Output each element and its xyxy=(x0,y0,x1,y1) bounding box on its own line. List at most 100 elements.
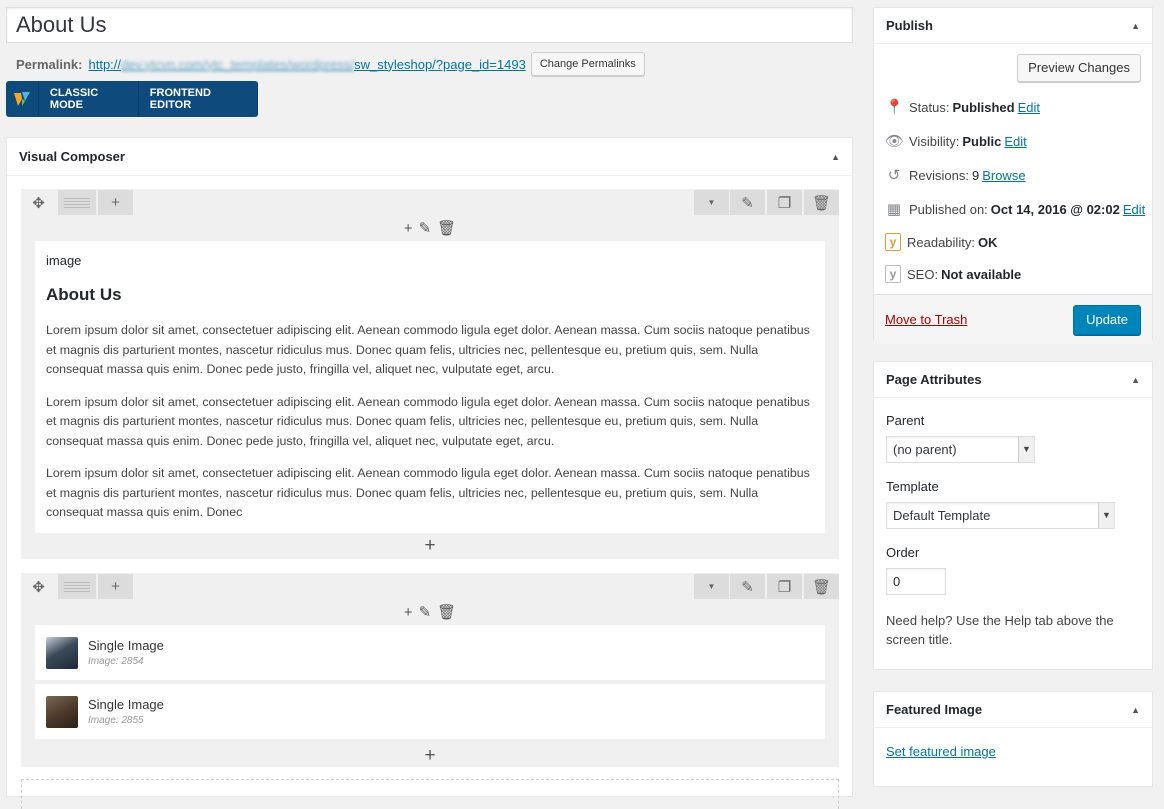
change-permalinks-button[interactable]: Change Permalinks xyxy=(530,52,645,76)
classic-mode-button[interactable]: CLASSIC MODE xyxy=(39,81,139,117)
column-layout-icon[interactable] xyxy=(58,190,96,215)
delete-column-icon[interactable]: 🗑 xyxy=(437,603,456,621)
add-element-icon[interactable]: + xyxy=(404,220,413,237)
single-image-element[interactable]: Single Image Image: 2855 xyxy=(35,684,825,739)
add-column-icon[interactable]: + xyxy=(98,190,133,215)
eye-icon: 👁 xyxy=(885,133,905,150)
permalink-link[interactable]: http://dev.ytcvn.com/ytc_templates/wordp… xyxy=(88,57,525,72)
permalink-row: Permalink: http://dev.ytcvn.com/ytc_temp… xyxy=(16,52,645,76)
calendar-icon: ▦ xyxy=(886,201,902,218)
publish-header[interactable]: Publish ▲ xyxy=(874,8,1152,44)
move-icon[interactable]: ✥ xyxy=(21,574,56,599)
vc-row-1: ✥ + ▼ ✎ ❐ 🗑 + ✎ 🗑 image About Us Lorem i… xyxy=(21,189,839,559)
page-attributes-help: Need help? Use the Help tab above the sc… xyxy=(886,613,1114,647)
revisions-label: Revisions: xyxy=(909,167,969,183)
template-select-value: Default Template xyxy=(893,508,991,523)
revisions-row: ↺ Revisions: 9 Browse xyxy=(874,158,1152,192)
collapse-caret-icon[interactable]: ▲ xyxy=(1131,705,1140,715)
preview-row: Preview Changes xyxy=(874,44,1152,90)
permalink-prefix: http:// xyxy=(88,56,122,72)
status-value: Published xyxy=(952,99,1015,115)
collapse-caret-icon[interactable]: ▲ xyxy=(1131,375,1140,385)
vc-mode-bar: CLASSIC MODE FRONTEND EDITOR xyxy=(6,81,258,117)
add-element-icon[interactable]: + xyxy=(404,604,413,621)
row-toolbar: ✥ + ▼ ✎ ❐ 🗑 xyxy=(21,189,839,215)
text-block-element[interactable]: image About Us Lorem ipsum dolor sit ame… xyxy=(35,241,825,533)
move-to-trash-link[interactable]: Move to Trash xyxy=(885,312,967,327)
parent-select[interactable]: (no parent) ▼ xyxy=(886,436,1035,463)
order-input[interactable]: 0 xyxy=(886,568,946,595)
page-attributes-box: Page Attributes ▲ Parent (no parent) ▼ T… xyxy=(873,361,1153,670)
edit-row-icon[interactable]: ✎ xyxy=(730,574,765,599)
pin-icon: 📍 xyxy=(885,99,904,116)
edit-column-icon[interactable]: ✎ xyxy=(419,219,432,237)
publish-box: Publish ▲ Preview Changes 📍 Status: Publ… xyxy=(873,7,1153,344)
visibility-label: Visibility: xyxy=(909,133,960,149)
add-column-icon[interactable]: + xyxy=(98,574,133,599)
published-value: Oct 14, 2016 @ 02:02 xyxy=(990,201,1120,217)
column-layout-icon[interactable] xyxy=(58,574,96,599)
featured-image-header[interactable]: Featured Image ▲ xyxy=(874,692,1152,728)
set-featured-image-link[interactable]: Set featured image xyxy=(886,744,996,759)
template-select[interactable]: Default Template ▼ xyxy=(886,502,1115,529)
parent-select-value: (no parent) xyxy=(893,442,957,457)
delete-row-icon[interactable]: 🗑 xyxy=(804,190,839,215)
edit-column-icon[interactable]: ✎ xyxy=(419,603,432,621)
readability-value: OK xyxy=(977,234,998,250)
visibility-row: 👁 Visibility: Public Edit xyxy=(874,124,1152,158)
clone-row-icon[interactable]: ❐ xyxy=(767,190,802,215)
row-dropdown-icon[interactable]: ▼ xyxy=(694,190,729,215)
order-label: Order xyxy=(886,545,920,560)
add-row-placeholder[interactable] xyxy=(21,779,839,809)
visual-composer-title: Visual Composer xyxy=(19,149,125,164)
single-image-id: Image: 2855 xyxy=(88,715,144,726)
chevron-down-icon: ▼ xyxy=(1098,503,1114,528)
preview-changes-button[interactable]: Preview Changes xyxy=(1017,54,1141,82)
single-image-title: Single Image xyxy=(88,638,164,653)
visibility-value: Public xyxy=(962,133,1002,149)
readability-row: y Readability: OK xyxy=(874,226,1152,258)
permalink-blurred: dev.ytcvn.com/ytc_templates/wordpress/ xyxy=(121,56,355,72)
revisions-browse-link[interactable]: Browse xyxy=(982,168,1025,183)
column-controls: + ✎ 🗑 xyxy=(21,215,839,241)
visual-composer-logo-icon[interactable] xyxy=(6,81,39,117)
status-row: 📍 Status: Published Edit xyxy=(874,90,1152,124)
edit-row-icon[interactable]: ✎ xyxy=(730,190,765,215)
visual-composer-header[interactable]: Visual Composer ▲ xyxy=(7,138,852,176)
single-image-element[interactable]: Single Image Image: 2854 xyxy=(35,625,825,680)
add-element-bottom-icon[interactable]: + xyxy=(21,743,839,769)
published-edit-link[interactable]: Edit xyxy=(1123,202,1145,217)
permalink-label: Permalink: xyxy=(16,56,83,72)
delete-column-icon[interactable]: 🗑 xyxy=(437,219,456,237)
frontend-editor-button[interactable]: FRONTEND EDITOR xyxy=(139,81,258,117)
revisions-count: 9 xyxy=(971,167,980,183)
page-attributes-title: Page Attributes xyxy=(886,372,982,387)
update-button[interactable]: Update xyxy=(1073,305,1141,335)
text-paragraph: Lorem ipsum dolor sit amet, consectetuer… xyxy=(46,466,810,519)
seo-label: SEO: xyxy=(907,266,939,282)
add-element-bottom-icon[interactable]: + xyxy=(21,533,839,559)
delete-row-icon[interactable]: 🗑 xyxy=(804,574,839,599)
featured-image-box: Featured Image ▲ Set featured image xyxy=(873,691,1153,787)
text-block-heading: About Us xyxy=(46,285,122,304)
visual-composer-panel: Visual Composer ▲ ✥ + ▼ ✎ ❐ 🗑 + ✎ 🗑 imag… xyxy=(6,137,853,809)
status-edit-link[interactable]: Edit xyxy=(1018,100,1040,115)
move-icon[interactable]: ✥ xyxy=(21,190,56,215)
publish-title: Publish xyxy=(886,18,933,33)
clone-row-icon[interactable]: ❐ xyxy=(767,574,802,599)
parent-label: Parent xyxy=(886,413,925,428)
permalink-suffix: sw_styleshop/?page_id=1493 xyxy=(354,56,526,72)
readability-label: Readability: xyxy=(907,234,975,250)
featured-image-title: Featured Image xyxy=(886,702,983,717)
post-title-input[interactable]: About Us xyxy=(6,7,853,43)
collapse-caret-icon[interactable]: ▲ xyxy=(1131,21,1140,31)
published-label: Published on: xyxy=(909,201,988,217)
column-controls: + ✎ 🗑 xyxy=(21,599,839,625)
row-dropdown-icon[interactable]: ▼ xyxy=(694,574,729,599)
collapse-caret-icon[interactable]: ▲ xyxy=(831,152,840,162)
visibility-edit-link[interactable]: Edit xyxy=(1004,134,1026,149)
text-paragraph: Lorem ipsum dolor sit amet, consectetuer… xyxy=(46,394,810,448)
text-paragraph: Lorem ipsum dolor sit amet, consectetuer… xyxy=(46,323,810,376)
published-date-row: ▦ Published on: Oct 14, 2016 @ 02:02 Edi… xyxy=(874,192,1152,226)
page-attributes-header[interactable]: Page Attributes ▲ xyxy=(874,362,1152,398)
